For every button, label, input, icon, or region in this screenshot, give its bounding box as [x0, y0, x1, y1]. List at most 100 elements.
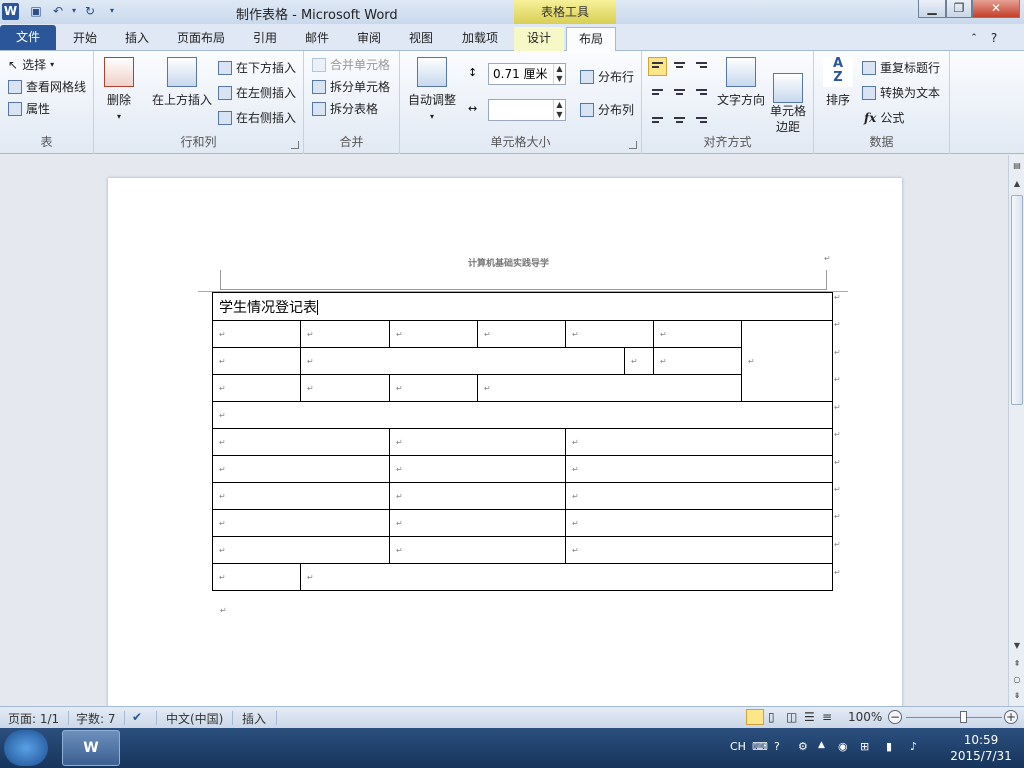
- tab-review[interactable]: 审阅: [346, 27, 392, 51]
- network-icon[interactable]: ▮: [886, 740, 892, 753]
- align-top-center-button[interactable]: [670, 57, 689, 76]
- table-cell[interactable]: ↵: [565, 455, 833, 483]
- language[interactable]: 中文(中国): [166, 710, 223, 727]
- student-registration-table[interactable]: 学生情况登记表 ↵ ↵ ↵ ↵ ↵ ↵ ↵ ↵ ↵ ↵ ↵ ↵ ↵ ↵ ↵ ↵ …: [212, 292, 833, 591]
- insert-above-button[interactable]: 在上方插入: [150, 57, 214, 108]
- outline-view-icon[interactable]: ☰: [804, 710, 815, 724]
- formula-button[interactable]: fx 公式: [864, 109, 904, 126]
- convert-to-text-button[interactable]: 转换为文本: [862, 84, 940, 101]
- insert-below-button[interactable]: 在下方插入: [218, 59, 296, 76]
- undo-dropdown-icon[interactable]: ▾: [66, 3, 82, 19]
- tab-references[interactable]: 引用: [242, 27, 288, 51]
- table-cell[interactable]: ↵: [653, 320, 742, 348]
- align-top-right-button[interactable]: [692, 57, 711, 76]
- table-cell[interactable]: ↵: [389, 536, 566, 564]
- merge-cells-button[interactable]: 合并单元格: [312, 56, 390, 73]
- cell-margins-button[interactable]: 单元格 边距: [766, 57, 810, 135]
- keyboard-icon[interactable]: ⌨: [752, 740, 768, 753]
- table-cell[interactable]: ↵: [300, 563, 833, 591]
- photo-cell[interactable]: ↵: [741, 320, 833, 402]
- row-height-input[interactable]: 0.71 厘米 ▲ ▼: [488, 63, 566, 85]
- clock[interactable]: 10:59 2015/7/31: [944, 732, 1018, 764]
- ruler-toggle-icon[interactable]: ▤: [1011, 161, 1023, 173]
- help-tray-icon[interactable]: ?: [774, 740, 780, 753]
- table-cell[interactable]: ↵: [389, 374, 478, 402]
- repeat-header-rows-button[interactable]: 重复标题行: [862, 59, 940, 76]
- sort-button[interactable]: AZ 排序: [822, 57, 854, 108]
- distribute-columns-button[interactable]: 分布列: [580, 101, 634, 118]
- save-icon[interactable]: ▣: [28, 3, 44, 19]
- word-taskbar-button[interactable]: W: [62, 730, 120, 766]
- zoom-slider[interactable]: [906, 717, 1002, 718]
- full-screen-reading-view-icon[interactable]: ▯: [768, 710, 775, 724]
- minimize-ribbon-icon[interactable]: ⌃: [966, 27, 982, 51]
- draft-view-icon[interactable]: ≡: [822, 710, 832, 724]
- table-cell[interactable]: ↵: [389, 482, 566, 510]
- ime-indicator[interactable]: CH: [730, 740, 746, 753]
- table-cell[interactable]: ↵: [389, 320, 478, 348]
- table-cell[interactable]: ↵: [212, 563, 301, 591]
- align-bottom-right-button[interactable]: [692, 107, 711, 126]
- table-cell[interactable]: ↵: [624, 347, 654, 375]
- align-middle-left-button[interactable]: [648, 82, 667, 101]
- align-middle-center-button[interactable]: [670, 82, 689, 101]
- scrollbar-thumb[interactable]: [1011, 195, 1023, 405]
- page-count[interactable]: 页面: 1/1: [8, 710, 59, 727]
- align-bottom-center-button[interactable]: [670, 107, 689, 126]
- view-gridlines-button[interactable]: 查看网格线: [8, 78, 86, 95]
- align-top-left-button[interactable]: [648, 57, 667, 76]
- spin-arrows-icon[interactable]: ▲ ▼: [553, 100, 565, 120]
- insert-mode[interactable]: 插入: [242, 710, 266, 727]
- cell-size-launcher-icon[interactable]: [629, 141, 637, 149]
- table-cell[interactable]: ↵: [565, 536, 833, 564]
- tab-page-layout[interactable]: 页面布局: [170, 27, 232, 51]
- table-cell[interactable]: ↵: [565, 482, 833, 510]
- next-page-icon[interactable]: ⇟: [1011, 691, 1023, 703]
- insert-right-button[interactable]: 在右侧插入: [218, 109, 296, 126]
- table-cell[interactable]: ↵: [212, 536, 390, 564]
- document-page[interactable]: 计算机基础实践导学 ↵ 学生情况登记表 ↵ ↵ ↵ ↵ ↵ ↵ ↵ ↵ ↵ ↵ …: [108, 178, 902, 706]
- tab-mailings[interactable]: 邮件: [294, 27, 340, 51]
- print-layout-view-icon[interactable]: [746, 709, 764, 725]
- windows-flag-icon[interactable]: ⊞: [860, 740, 869, 753]
- table-cell[interactable]: ↵: [212, 455, 390, 483]
- zoom-slider-thumb[interactable]: [960, 711, 967, 723]
- table-cell[interactable]: ↵: [565, 428, 833, 456]
- table-cell[interactable]: ↵: [212, 509, 390, 537]
- spin-arrows-icon[interactable]: ▲ ▼: [553, 64, 565, 84]
- table-cell[interactable]: ↵: [477, 374, 742, 402]
- split-table-button[interactable]: 拆分表格: [312, 100, 378, 117]
- customize-quick-access-icon[interactable]: ▾: [104, 3, 120, 19]
- undo-icon[interactable]: ↶: [50, 3, 66, 19]
- table-cell[interactable]: ↵: [389, 509, 566, 537]
- table-cell[interactable]: ↵: [300, 347, 625, 375]
- scroll-up-icon[interactable]: ▲: [1011, 179, 1023, 191]
- table-cell[interactable]: ↵: [389, 428, 566, 456]
- word-logo-icon[interactable]: W: [2, 3, 19, 20]
- split-cells-button[interactable]: 拆分单元格: [312, 78, 390, 95]
- table-cell[interactable]: ↵: [212, 347, 301, 375]
- word-count[interactable]: 字数: 7: [76, 710, 116, 727]
- maximize-button[interactable]: ❐: [946, 0, 972, 18]
- tab-file[interactable]: 文件: [0, 25, 56, 50]
- table-cell[interactable]: ↵: [653, 347, 742, 375]
- tab-insert[interactable]: 插入: [114, 27, 160, 51]
- tab-home[interactable]: 开始: [62, 27, 108, 51]
- proofing-icon[interactable]: ✔: [132, 710, 142, 724]
- table-cell[interactable]: ↵: [389, 455, 566, 483]
- tab-design[interactable]: 设计: [514, 27, 564, 51]
- table-cell[interactable]: ↵: [300, 374, 390, 402]
- zoom-in-button[interactable]: +: [1004, 710, 1018, 724]
- properties-button[interactable]: 属性: [8, 100, 50, 117]
- zoom-level[interactable]: 100%: [848, 710, 882, 724]
- table-cell[interactable]: ↵: [212, 401, 833, 429]
- table-cell[interactable]: ↵: [212, 482, 390, 510]
- delete-button[interactable]: 删除 ▾: [102, 57, 136, 122]
- text-direction-button[interactable]: 文字方向: [716, 57, 766, 108]
- tab-layout[interactable]: 布局: [566, 27, 616, 51]
- table-cell[interactable]: ↵: [300, 320, 390, 348]
- table-cell[interactable]: ↵: [477, 320, 566, 348]
- table-title-cell[interactable]: 学生情况登记表: [212, 292, 833, 321]
- insert-left-button[interactable]: 在左侧插入: [218, 84, 296, 101]
- web-layout-view-icon[interactable]: ◫: [786, 710, 797, 724]
